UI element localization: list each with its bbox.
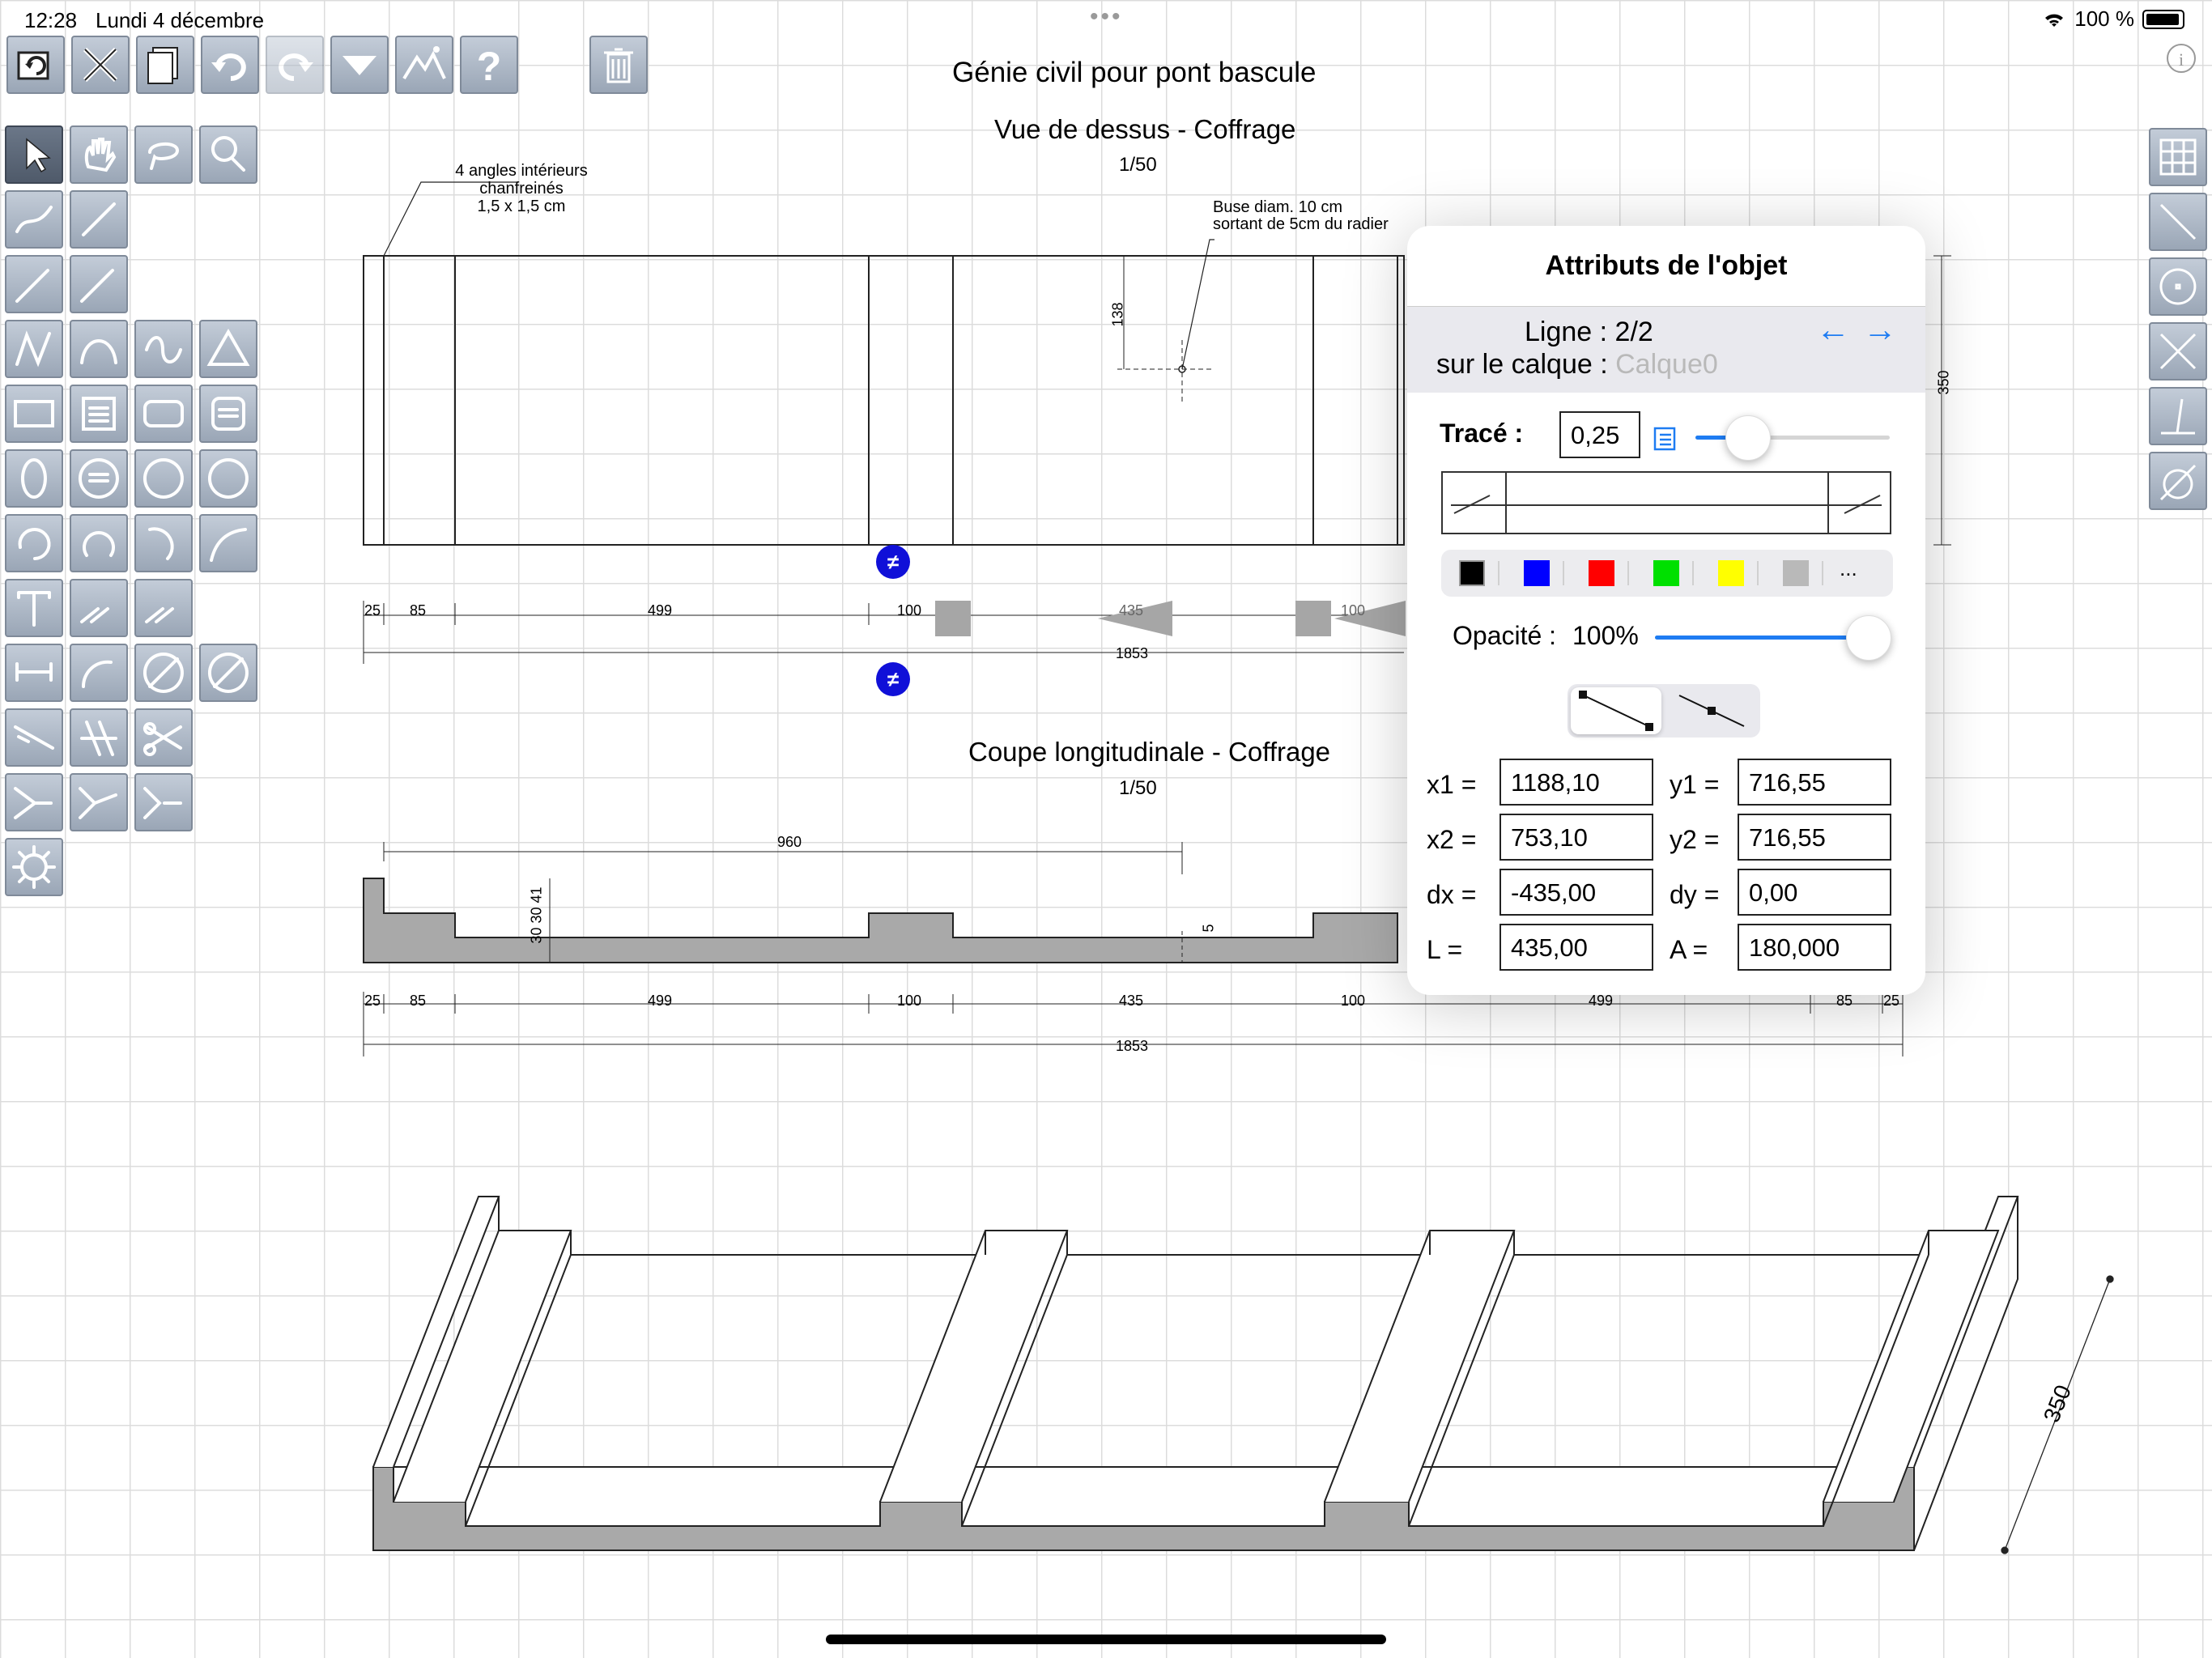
not-equal-badge-1[interactable]: ≠	[876, 545, 910, 579]
dy-field[interactable]: 0,00	[1738, 869, 1891, 916]
dy-label: dy =	[1670, 880, 1720, 909]
top-dim-3: 499	[648, 602, 673, 619]
section-vert-dims: 30 30 41	[528, 886, 545, 944]
top-dim-1: 25	[364, 602, 381, 619]
section-dim-3: 499	[648, 993, 673, 1009]
layer-label: sur le calque :	[1436, 349, 1608, 380]
top-dim-6: 100	[1341, 602, 1366, 619]
color-swatches: ...	[1441, 550, 1893, 597]
line-info: Ligne : 2/2	[1525, 317, 1653, 348]
top-view-scale: 1/50	[1119, 154, 1157, 176]
section-dim-2: 85	[410, 993, 427, 1009]
opacity-slider[interactable]	[1655, 614, 1891, 662]
angle-label: A =	[1670, 935, 1708, 964]
section-title: Coupe longitudinale - Coffrage	[968, 737, 1331, 767]
swatch-green[interactable]	[1653, 560, 1679, 586]
top-dim-2: 85	[410, 602, 427, 619]
line-midpoint-icon	[1678, 695, 1745, 727]
x2-field[interactable]: 753,10	[1499, 814, 1653, 861]
note-angles: 4 angles intérieurs chanfreinés 1,5 x 1,…	[455, 162, 588, 215]
x1-label: x1 =	[1427, 770, 1477, 799]
section-dim-4: 100	[897, 993, 922, 1009]
top-view-outline[interactable]	[363, 255, 1405, 546]
layer-value: Calque0	[1615, 349, 1718, 380]
opacity-label: Opacité :	[1453, 621, 1557, 650]
x2-label: x2 =	[1427, 825, 1477, 854]
line-label: Ligne :	[1525, 317, 1608, 347]
line-style-preview[interactable]	[1441, 471, 1891, 534]
swatch-grey[interactable]	[1783, 560, 1809, 586]
dx-field[interactable]: -435,00	[1499, 869, 1653, 916]
dim-350-side: 350	[1935, 370, 1952, 395]
trace-label: Tracé :	[1440, 419, 1524, 448]
isometric-view[interactable]	[372, 1196, 2019, 1551]
swatch-red[interactable]	[1589, 560, 1614, 586]
line-value: 2/2	[1614, 317, 1653, 347]
endpoint-mode-endpoints[interactable]	[1571, 687, 1661, 734]
dim-138: 138	[1109, 302, 1126, 327]
endpoint-mode-midpoint[interactable]	[1666, 687, 1757, 734]
section-dim-9: 25	[1883, 993, 1900, 1009]
length-label: L =	[1427, 935, 1463, 964]
section-dim-1: 25	[364, 993, 381, 1009]
swatch-black[interactable]	[1459, 560, 1485, 586]
y2-label: y2 =	[1670, 825, 1720, 854]
top-dim-4: 100	[897, 602, 922, 619]
section-dim-8: 85	[1836, 993, 1853, 1009]
section-dim-7: 499	[1589, 993, 1614, 1009]
prev-object-arrow-icon[interactable]: ←	[1816, 310, 1850, 349]
list-picker-icon[interactable]	[1650, 423, 1679, 453]
popover-object-info: Ligne : 2/2 sur le calque : Calque0 ← →	[1407, 306, 1925, 393]
next-object-arrow-icon[interactable]: →	[1863, 310, 1897, 349]
popover-title: Attributs de l'objet	[1545, 250, 1788, 281]
section-scale: 1/50	[1119, 777, 1157, 799]
not-equal-badge-2[interactable]: ≠	[876, 662, 910, 696]
section-dim-960: 960	[777, 834, 802, 850]
section-dim-6: 100	[1341, 993, 1366, 1009]
layer-info: sur le calque : Calque0	[1436, 349, 1718, 380]
angle-field[interactable]: 180,000	[1738, 924, 1891, 971]
line-style-preview-icon	[1451, 473, 1882, 533]
dx-label: dx =	[1427, 880, 1477, 909]
top-view-title: Vue de dessus - Coffrage	[994, 114, 1296, 144]
drawing-main-title: Génie civil pour pont bascule	[952, 57, 1317, 88]
top-total: 1853	[1116, 645, 1149, 661]
y1-label: y1 =	[1670, 770, 1720, 799]
swatch-yellow[interactable]	[1718, 560, 1744, 586]
section-dim-5: 5	[1200, 924, 1217, 933]
section-total: 1853	[1116, 1038, 1149, 1054]
y1-field[interactable]: 716,55	[1738, 759, 1891, 806]
line-endpoints-icon	[1579, 691, 1653, 731]
top-dim-5: 435	[1119, 602, 1144, 619]
trace-width-field[interactable]: 0,25	[1559, 411, 1640, 458]
endpoint-mode-segmented	[1568, 684, 1760, 738]
length-field[interactable]: 435,00	[1499, 924, 1653, 971]
object-attributes-popover: Attributs de l'objet Ligne : 2/2 sur le …	[1407, 226, 1925, 995]
selection-handles[interactable]	[935, 601, 1406, 636]
x1-field[interactable]: 1188,10	[1499, 759, 1653, 806]
section-dim-5: 435	[1119, 993, 1144, 1009]
section-profile[interactable]	[363, 878, 1398, 963]
trace-slider[interactable]	[1695, 414, 1890, 462]
swatch-blue[interactable]	[1524, 560, 1550, 586]
y2-field[interactable]: 716,55	[1738, 814, 1891, 861]
more-colors-button[interactable]: ...	[1840, 556, 1857, 581]
home-indicator[interactable]	[826, 1635, 1386, 1644]
note-buse: Buse diam. 10 cm sortant de 5cm du radie…	[1213, 198, 1389, 233]
opacity-value: 100%	[1572, 621, 1639, 650]
